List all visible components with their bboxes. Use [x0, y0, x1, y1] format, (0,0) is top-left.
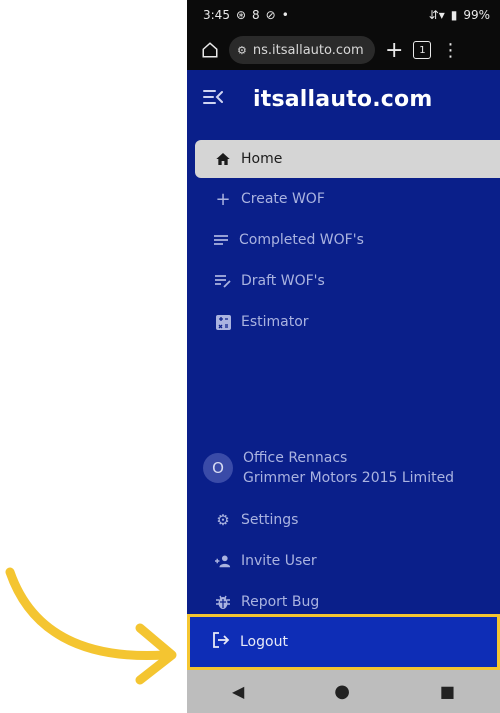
notification-icon: ⊛: [235, 8, 247, 22]
sidebar-item-label: Estimator: [241, 314, 309, 330]
sidebar-bottom-nav: ⚙ Settings Invite User Report Bug: [187, 500, 500, 623]
sidebar-item-label: Invite User: [241, 553, 317, 569]
add-user-icon: [215, 553, 231, 569]
dot-icon: •: [281, 8, 289, 22]
app-header: itsallauto.com: [187, 70, 500, 128]
home-icon[interactable]: [201, 41, 219, 59]
recents-icon[interactable]: ■: [440, 682, 455, 701]
calculator-icon: [215, 314, 231, 330]
logout-button[interactable]: Logout: [187, 614, 500, 670]
sidebar-item-completed-wof[interactable]: Completed WOF's: [187, 220, 500, 260]
avatar: O: [203, 453, 233, 483]
signal-icon: ⇵▾: [428, 8, 445, 22]
sidebar-nav: Home + Create WOF Completed WOF's Draft …: [187, 140, 500, 343]
sidebar-item-label: Settings: [241, 512, 299, 528]
battery-level: 99%: [463, 8, 490, 22]
url-bar[interactable]: ⚙ ns.itsallauto.com: [229, 36, 375, 64]
more-menu-icon[interactable]: ⋮: [441, 40, 459, 61]
sidebar-item-label: Report Bug: [241, 594, 320, 610]
sim-icon: 8: [252, 8, 260, 22]
phone-screen: 3:45 ⊛ 8 ⊘ • ⇵▾ ▮ 99% ⚙ ns.itsallauto.co…: [187, 0, 500, 713]
brand-title: itsallauto.com: [253, 86, 433, 112]
sidebar-item-label: Completed WOF's: [239, 232, 364, 248]
sidebar-item-settings[interactable]: ⚙ Settings: [187, 500, 500, 540]
new-tab-icon[interactable]: +: [385, 38, 403, 63]
home-icon: [215, 151, 231, 167]
url-text: ns.itsallauto.com: [252, 42, 364, 58]
sidebar-item-label: Draft WOF's: [241, 273, 325, 289]
battery-icon: ▮: [450, 8, 458, 22]
annotation-arrow: [5, 567, 177, 685]
bug-icon: [215, 594, 231, 610]
plus-icon: +: [215, 188, 231, 210]
sidebar-item-home[interactable]: Home: [195, 140, 500, 178]
system-nav-bar: ◀ ● ■: [187, 670, 500, 713]
sync-icon: ⊘: [265, 8, 276, 22]
collapse-menu-icon[interactable]: [203, 89, 223, 109]
user-profile: O Office Rennacs Grimmer Motors 2015 Lim…: [203, 448, 493, 488]
back-icon[interactable]: ◀: [232, 682, 244, 701]
browser-toolbar: ⚙ ns.itsallauto.com + 1 ⋮: [187, 30, 500, 70]
site-settings-icon[interactable]: ⚙: [237, 44, 247, 57]
user-company: Grimmer Motors 2015 Limited: [243, 470, 455, 486]
sidebar-item-invite-user[interactable]: Invite User: [187, 541, 500, 581]
status-time: 3:45: [203, 8, 230, 22]
home-circle-icon[interactable]: ●: [334, 681, 350, 702]
edit-list-icon: [215, 273, 231, 289]
gear-icon: ⚙: [216, 511, 230, 529]
logout-label: Logout: [240, 634, 288, 650]
sidebar-item-estimator[interactable]: Estimator: [187, 302, 500, 342]
list-icon: [213, 232, 229, 248]
sidebar-item-label: Home: [241, 151, 283, 167]
tab-switcher-button[interactable]: 1: [413, 41, 432, 59]
status-bar: 3:45 ⊛ 8 ⊘ • ⇵▾ ▮ 99%: [187, 0, 500, 30]
sidebar-item-create-wof[interactable]: + Create WOF: [187, 179, 500, 219]
logout-icon: [212, 632, 230, 652]
sidebar-item-label: Create WOF: [241, 191, 325, 207]
sidebar-item-draft-wof[interactable]: Draft WOF's: [187, 261, 500, 301]
user-name: Office Rennacs: [243, 450, 348, 466]
